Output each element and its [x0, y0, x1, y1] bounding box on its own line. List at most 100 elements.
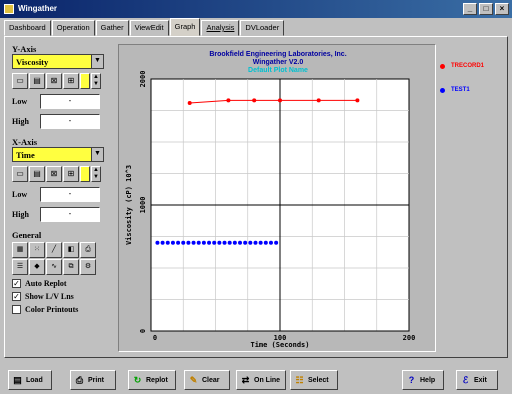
data-point [160, 240, 165, 245]
select-button[interactable]: ☷ Select [290, 370, 338, 390]
legend-marker-icon [440, 87, 445, 93]
copy-icon[interactable]: ⧉ [63, 259, 79, 275]
zoom-icon[interactable]: ⊞ [63, 73, 79, 89]
help-label: Help [420, 376, 436, 384]
chevron-down-icon[interactable]: ▼ [91, 55, 103, 68]
spinner-icon[interactable]: ▲ ▼ [91, 166, 101, 182]
points-icon[interactable]: ⁙ [29, 242, 45, 258]
minimize-icon[interactable]: _ [463, 3, 477, 15]
folder-icon: ▤ [13, 374, 22, 385]
data-point [222, 240, 227, 245]
x-low-input[interactable]: - [40, 187, 100, 202]
checkbox-box[interactable]: ✓ [12, 291, 21, 301]
maximize-icon[interactable]: □ [479, 3, 493, 15]
print-button[interactable]: ⎙ Print [70, 370, 116, 390]
exit-button[interactable]: ℰ Exit [456, 370, 498, 390]
y-axis-scale-buttons: ▭ ▤ ⊠ ⊞ ▲ ▼ [12, 73, 115, 89]
autoscale-icon[interactable]: ⊠ [46, 166, 62, 182]
curve-icon[interactable]: ∿ [46, 259, 62, 275]
window-title: Wingather [18, 4, 58, 13]
tab-gather[interactable]: Gather [95, 20, 129, 36]
x-axis-select[interactable]: Time ▼ [12, 147, 104, 162]
replot-icon: ↻ [133, 374, 142, 385]
replot-button[interactable]: ↻ Replot [128, 370, 176, 390]
close-icon[interactable]: × [495, 3, 509, 15]
legend-icon[interactable]: ☰ [12, 259, 28, 275]
tab-operation[interactable]: Operation [51, 20, 95, 36]
tab-viewedit[interactable]: ViewEdit [129, 20, 169, 36]
data-point [217, 240, 222, 245]
data-point [196, 240, 201, 245]
checkbox-box[interactable] [12, 304, 21, 314]
lines-icon[interactable]: ╱ [46, 242, 62, 258]
show-lv-lines-checkbox[interactable]: ✓ Show L/V Lns [12, 291, 115, 301]
data-point [155, 240, 160, 245]
y-axis-select[interactable]: Viscosity ▼ [12, 54, 104, 69]
print-setup-icon[interactable]: ⎙ [80, 242, 96, 258]
x-axis-label: Time (Seconds) [250, 341, 309, 349]
marker-icon[interactable]: ◆ [29, 259, 45, 275]
clear-label: Clear [202, 376, 220, 384]
data-point [316, 98, 321, 103]
data-point [207, 240, 212, 245]
color-icon[interactable]: ◧ [63, 242, 79, 258]
color-printouts-checkbox[interactable]: Color Printouts [12, 304, 115, 314]
load-label: Load [26, 376, 43, 384]
select-icon: ☷ [295, 374, 304, 385]
linear-scale-icon[interactable]: ▭ [12, 73, 28, 89]
data-point [232, 240, 237, 245]
tab-strip: Dashboard Operation Gather ViewEdit Grap… [4, 18, 285, 36]
tab-dashboard[interactable]: Dashboard [4, 20, 51, 36]
y-axis-selected-value: Viscosity [16, 56, 49, 67]
printer-icon: ⎙ [75, 374, 84, 385]
decimal-indicator [80, 166, 90, 182]
x-tick-label: 0 [153, 334, 157, 342]
log-scale-icon[interactable]: ▤ [29, 166, 45, 182]
log-scale-icon[interactable]: ▤ [29, 73, 45, 89]
y-low-input[interactable]: - [40, 94, 100, 109]
autoscale-icon[interactable]: ⊠ [46, 73, 62, 89]
legend-item: TEST1 [440, 84, 510, 96]
plot-panel: Brookfield Engineering Laboratories, Inc… [118, 44, 436, 352]
legend-label: TRECORD1 [451, 63, 485, 69]
tab-analysis[interactable]: Analysis [201, 20, 240, 36]
load-button[interactable]: ▤ Load [8, 370, 52, 390]
x-low-label: Low [12, 190, 28, 199]
y-high-input[interactable]: - [40, 114, 100, 129]
chevron-down-icon[interactable]: ▼ [91, 148, 103, 161]
data-point [165, 240, 170, 245]
spinner-icon[interactable]: ▲ ▼ [91, 73, 101, 89]
tab-graph[interactable]: Graph [169, 18, 201, 36]
legend-item: TRECORD1 [440, 60, 510, 72]
help-button[interactable]: ? Help [402, 370, 444, 390]
legend-label: TEST1 [451, 87, 470, 93]
data-point [187, 100, 192, 105]
eraser-icon: ✎ [189, 374, 198, 385]
data-point [263, 240, 268, 245]
y-tick-label: 2000 [139, 71, 147, 88]
x-high-input[interactable]: - [40, 207, 100, 222]
data-point [227, 240, 232, 245]
grid-icon[interactable]: ▦ [12, 242, 28, 258]
linear-scale-icon[interactable]: ▭ [12, 166, 28, 182]
x-axis-scale-buttons: ▭ ▤ ⊠ ⊞ ▲ ▼ [12, 166, 115, 182]
y-axis-group-title: Y-Axis [12, 44, 37, 54]
auto-replot-checkbox[interactable]: ✓ Auto Replot [12, 278, 115, 288]
data-point [253, 240, 258, 245]
select-label: Select [308, 376, 329, 384]
chart-legend: TRECORD1 TEST1 [440, 60, 510, 108]
replot-label: Replot [146, 376, 168, 384]
checkbox-box[interactable]: ✓ [12, 278, 21, 288]
settings-icon[interactable]: ⚙ [80, 259, 96, 275]
y-axis-label: Viscosity (cP) 10^3 [125, 165, 133, 245]
online-button[interactable]: ⇄ On Line [236, 370, 286, 390]
help-icon: ? [408, 374, 415, 385]
window-controls: _ □ × [463, 3, 509, 15]
color-printouts-label: Color Printouts [25, 304, 79, 314]
auto-replot-label: Auto Replot [25, 278, 67, 288]
data-point [238, 240, 243, 245]
zoom-icon[interactable]: ⊞ [63, 166, 79, 182]
general-button-grid: ▦ ⁙ ╱ ◧ ⎙ ☰ ◆ ∿ ⧉ ⚙ [12, 242, 115, 275]
tab-dvloader[interactable]: DVLoader [240, 20, 285, 36]
clear-button[interactable]: ✎ Clear [184, 370, 230, 390]
